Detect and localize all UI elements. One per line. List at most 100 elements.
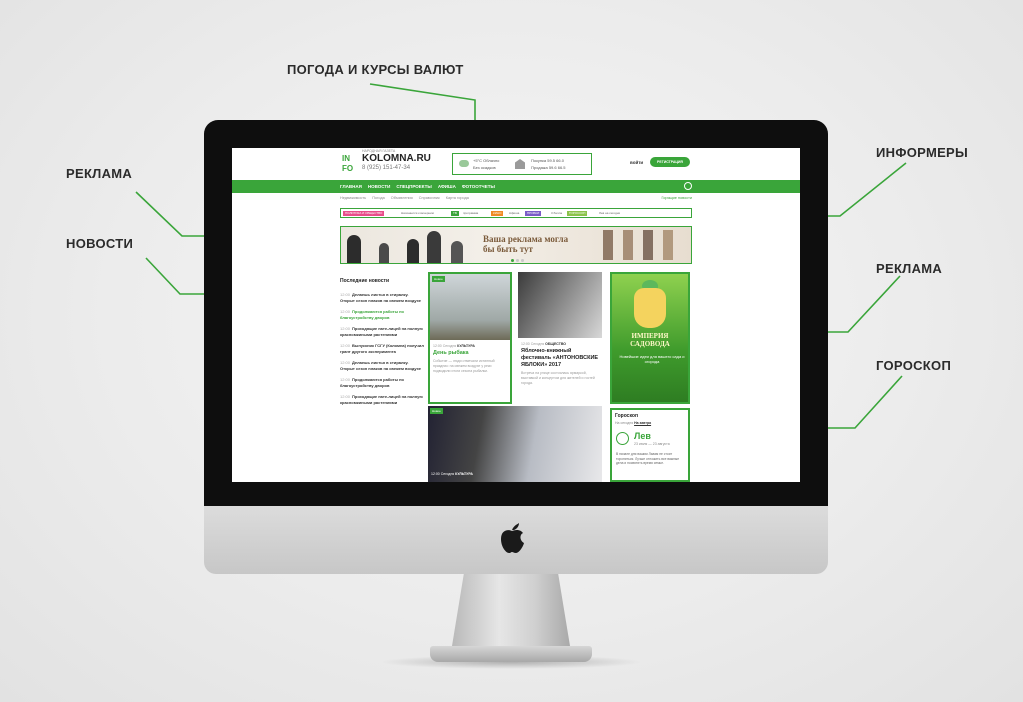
list-item[interactable]: 12:00 Делаешь листья в стиралку. Открыт с… bbox=[340, 360, 424, 371]
card-meta: 12:00 Сегодня ОБЩЕСТВО bbox=[521, 342, 567, 346]
callout-horoscope: ГОРОСКОП bbox=[876, 358, 952, 373]
banner-person bbox=[451, 241, 463, 263]
nav-item-home[interactable]: ГЛАВНАЯ bbox=[340, 184, 362, 189]
news-text: Делаешь листья в стиралку. Открыт сезон … bbox=[340, 360, 422, 371]
fx-sell-eur: 66.5 bbox=[557, 165, 566, 170]
informer-text: Афиша bbox=[509, 211, 520, 215]
informer-text: 3 балла bbox=[551, 211, 562, 215]
news-text: Выпускник ГСГУ (Коломна) получил грант д… bbox=[340, 343, 424, 354]
informer-text: программа bbox=[463, 211, 479, 215]
top-ad-banner[interactable]: Ваша реклама могла бы быть тут bbox=[340, 226, 692, 264]
callout-informers: ИНФОРМЕРЫ bbox=[876, 145, 969, 160]
card-tag: Новое bbox=[430, 408, 443, 414]
weather-widget[interactable]: +5°С Облачно Без осадков Покупка 59.5 66… bbox=[452, 153, 592, 175]
ad-subtitle: Новейшие идеи для вашего сада и огорода bbox=[619, 354, 685, 364]
horoscope-text: В начале дня вашим Львам не стоит торопи… bbox=[616, 452, 680, 465]
horoscope-title: Гороскоп bbox=[615, 413, 638, 419]
search-icon[interactable] bbox=[684, 182, 692, 190]
callout-ad-top: РЕКЛАМА bbox=[66, 166, 133, 181]
news-time: 12:00 bbox=[340, 377, 351, 382]
side-ad-banner[interactable]: ИМПЕРИЯ САДОВОДА Новейшие идеи для вашег… bbox=[610, 272, 690, 404]
subnav-item[interactable]: Справочник bbox=[419, 196, 440, 200]
subnav-item[interactable]: Недвижимость bbox=[340, 196, 366, 200]
site-name[interactable]: KOLOMNA.RU bbox=[362, 153, 431, 164]
informer-traffic[interactable]: ПРОБКИ bbox=[525, 211, 542, 216]
card-lead: Встреча на улице состоялась ярмаркой, вы… bbox=[521, 371, 595, 385]
banner-person bbox=[407, 239, 419, 263]
nav-item-news[interactable]: НОВОСТИ bbox=[368, 184, 391, 189]
callout-ad-side: РЕКЛАМА bbox=[876, 261, 943, 276]
logo-bottom: FO bbox=[342, 164, 354, 173]
banner-picture bbox=[643, 230, 653, 260]
news-time: 12:00 bbox=[340, 394, 351, 399]
banner-text: Ваша реклама могла бы быть тут bbox=[483, 234, 569, 254]
horoscope-dates: 23 июля — 23 августа bbox=[634, 442, 670, 446]
weather-temp: +5°С Облачно bbox=[473, 158, 500, 163]
informer-cinema[interactable]: КИНО bbox=[491, 211, 504, 216]
list-item[interactable]: 12:00 Проходящие пате-лицей на полную кра… bbox=[340, 394, 424, 405]
site-header: IN FO НАРОДНАЯ ГАЗЕТА KOLOMNA.RU 8 (925)… bbox=[340, 148, 692, 180]
fx-buy-eur: 66.0 bbox=[556, 158, 564, 163]
informer-tv[interactable]: ТВ bbox=[451, 211, 459, 216]
fx-buy-row: Покупка 59.5 66.0 bbox=[531, 158, 564, 163]
news-card-featured[interactable]: Новое 12:00 Сегодня КУЛЬТУРА bbox=[428, 406, 602, 482]
fx-buy-usd: 59.5 bbox=[547, 158, 556, 163]
ad-title: ИМПЕРИЯ САДОВОДА bbox=[630, 332, 670, 348]
nav-item-photos[interactable]: ФОТООТЧЕТЫ bbox=[462, 184, 495, 189]
hot-news-link[interactable]: Горящие новости bbox=[661, 196, 692, 200]
nav-item-specials[interactable]: СПЕЦПРОЕКТЫ bbox=[396, 184, 431, 189]
website: IN FO НАРОДНАЯ ГАЗЕТА KOLOMNA.RU 8 (925)… bbox=[232, 148, 800, 482]
monitor-base bbox=[430, 646, 592, 662]
banner-pagination[interactable] bbox=[511, 259, 524, 262]
login-link[interactable]: войти bbox=[630, 160, 643, 165]
informer-politics[interactable]: ПОЛИТИКА И ОБЩЕСТВО bbox=[343, 211, 385, 216]
monitor-screen: IN FO НАРОДНАЯ ГАЗЕТА KOLOMNA.RU 8 (925)… bbox=[232, 148, 800, 482]
news-card-festival[interactable]: 12:00 Сегодня ОБЩЕСТВО Яблочно-книжный ф… bbox=[518, 272, 602, 404]
logo-top: IN bbox=[342, 154, 350, 163]
fx-sell-label: Продажа bbox=[531, 165, 548, 170]
list-item[interactable]: 12:00 Продолжаются работы по благоустройс… bbox=[340, 309, 424, 320]
card-tag: Новое bbox=[432, 276, 445, 282]
nav-item-afisha[interactable]: АФИША bbox=[438, 184, 456, 189]
list-item[interactable]: 12:00 Проходящие пате-лицей на полную кра… bbox=[340, 326, 424, 337]
card-title: День рыбака bbox=[433, 350, 469, 356]
list-item[interactable]: 12:00 Делаешь листья в стиралку. Открыт с… bbox=[340, 292, 424, 303]
news-time: 12:00 bbox=[340, 326, 351, 331]
nav-items: ГЛАВНАЯ НОВОСТИ СПЕЦПРОЕКТЫ АФИША ФОТООТ… bbox=[340, 180, 495, 193]
site-logo[interactable]: IN FO bbox=[342, 154, 358, 176]
news-text: Делаешь листья в стиралку. Открыт сезон … bbox=[340, 292, 422, 303]
callout-weather: ПОГОДА И КУРСЫ ВАЛЮТ bbox=[287, 62, 464, 77]
subnav-item[interactable]: Объявления bbox=[391, 196, 413, 200]
sub-nav: Недвижимость Погода Объявления Справочни… bbox=[340, 196, 692, 204]
list-item[interactable]: 12:00 Выпускник ГСГУ (Коломна) получил гр… bbox=[340, 343, 424, 354]
subnav-item[interactable]: Карта города bbox=[446, 196, 469, 200]
callout-news: НОВОСТИ bbox=[66, 236, 134, 251]
fx-sell-usd: 59.6 bbox=[548, 165, 557, 170]
weather-condition: Без осадков bbox=[473, 165, 496, 170]
news-card-fishing[interactable]: Новое 12:00 Сегодня КУЛЬТУРА День рыбака… bbox=[428, 272, 512, 404]
informer-text: Начинается к вечерним bbox=[401, 211, 434, 215]
card-image: Новое 12:00 Сегодня КУЛЬТУРА bbox=[428, 406, 602, 482]
register-button[interactable]: РЕГИСТРАЦИЯ bbox=[650, 157, 690, 167]
fx-sell-row: Продажа 59.6 66.5 bbox=[531, 165, 566, 170]
banner-person bbox=[427, 231, 441, 263]
list-item[interactable]: 12:00 Продолжаются работы по благоустройс… bbox=[340, 377, 424, 388]
informer-horoscope[interactable]: ГОРОСКОП bbox=[567, 211, 588, 216]
news-time: 12:00 bbox=[340, 292, 351, 297]
subnav-item[interactable]: Погода bbox=[372, 196, 385, 200]
leo-icon bbox=[616, 432, 629, 445]
banner-picture bbox=[603, 230, 613, 260]
card-meta: 12:00 Сегодня КУЛЬТУРА bbox=[431, 472, 473, 476]
tab-tomorrow[interactable]: На завтра bbox=[634, 421, 651, 425]
banner-person bbox=[379, 243, 389, 263]
card-image: Новое bbox=[430, 274, 510, 340]
news-list: Последние новости 12:00 Делаешь листья в … bbox=[340, 274, 424, 482]
horoscope-tabs: На сегодня На завтра bbox=[615, 421, 685, 425]
tab-today[interactable]: На сегодня bbox=[615, 421, 633, 425]
informers-bar: ПОЛИТИКА И ОБЩЕСТВО Начинается к вечерни… bbox=[340, 208, 692, 218]
news-heading: Последние новости bbox=[340, 278, 390, 284]
fx-buy-label: Покупка bbox=[531, 158, 547, 163]
horoscope-sign: Лев bbox=[634, 431, 651, 441]
jar-icon bbox=[634, 288, 666, 328]
news-time: 12:00 bbox=[340, 309, 351, 314]
